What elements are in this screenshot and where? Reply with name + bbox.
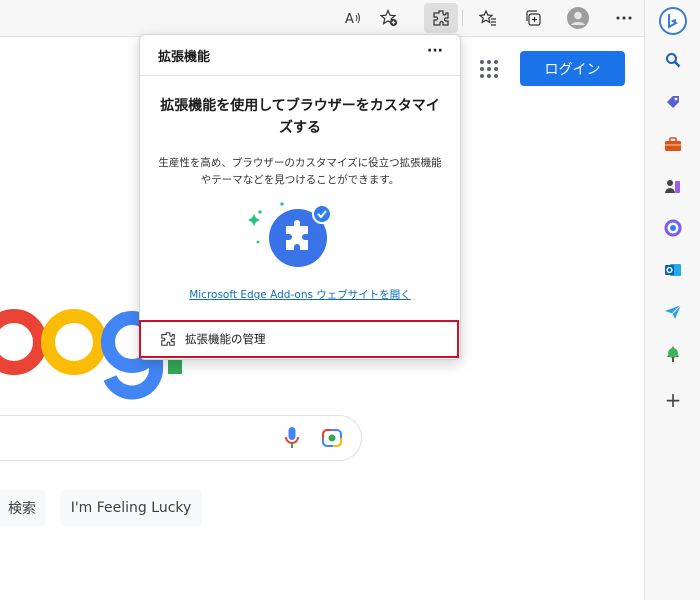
extensions-icon bbox=[159, 330, 177, 348]
tag-icon[interactable] bbox=[659, 88, 687, 116]
toolbar-separator bbox=[462, 10, 463, 26]
login-button[interactable]: ログイン bbox=[520, 51, 625, 86]
popup-title: 拡張機能 bbox=[158, 50, 211, 65]
google-search-button[interactable]: 検索 bbox=[0, 490, 46, 526]
extensions-icon[interactable] bbox=[424, 3, 458, 33]
popup-more-icon[interactable]: ··· bbox=[424, 43, 446, 63]
toolbox-icon[interactable] bbox=[659, 130, 687, 158]
read-aloud-icon[interactable]: A bbox=[339, 4, 367, 32]
google-lens-icon[interactable] bbox=[322, 429, 342, 447]
browser-toolbar: A bbox=[0, 0, 644, 37]
copilot-icon[interactable] bbox=[659, 214, 687, 242]
manage-extensions-item[interactable]: 拡張機能の管理 bbox=[139, 320, 459, 358]
voice-search-icon[interactable] bbox=[285, 427, 299, 449]
edge-sidebar: + bbox=[644, 0, 700, 600]
collections-icon[interactable] bbox=[519, 4, 547, 32]
edge-addons-link[interactable]: Microsoft Edge Add-ons ウェブサイトを開く bbox=[154, 287, 446, 302]
svg-text:A: A bbox=[345, 12, 354, 26]
add-icon[interactable]: + bbox=[659, 386, 687, 414]
profile-icon[interactable] bbox=[564, 4, 592, 32]
tree-icon[interactable] bbox=[659, 340, 687, 368]
send-icon[interactable] bbox=[659, 298, 687, 326]
search-icon[interactable] bbox=[659, 46, 687, 74]
copilot-bing-icon[interactable] bbox=[657, 5, 689, 37]
popup-heading: 拡張機能を使用してブラウザーをカスタマイズする bbox=[160, 98, 440, 136]
more-icon[interactable] bbox=[610, 4, 638, 32]
google-search-box[interactable] bbox=[0, 415, 362, 461]
extension-puzzle-illustration bbox=[248, 202, 332, 267]
favorites-icon[interactable] bbox=[474, 4, 502, 32]
popup-divider bbox=[140, 75, 460, 76]
manage-extensions-label: 拡張機能の管理 bbox=[185, 332, 266, 346]
feeling-lucky-button[interactable]: I'm Feeling Lucky bbox=[60, 490, 202, 526]
games-icon[interactable] bbox=[659, 172, 687, 200]
extensions-popup: 拡張機能 ··· 拡張機能を使用してブラウザーをカスタマイズする 生産性を高め、… bbox=[139, 34, 461, 360]
add-favorite-icon[interactable] bbox=[375, 4, 403, 32]
google-apps-icon[interactable] bbox=[480, 60, 498, 78]
outlook-icon[interactable] bbox=[659, 256, 687, 284]
popup-description: 生産性を高め、ブラウザーのカスタマイズに役立つ拡張機能やテーマなどを見つけること… bbox=[158, 157, 442, 186]
